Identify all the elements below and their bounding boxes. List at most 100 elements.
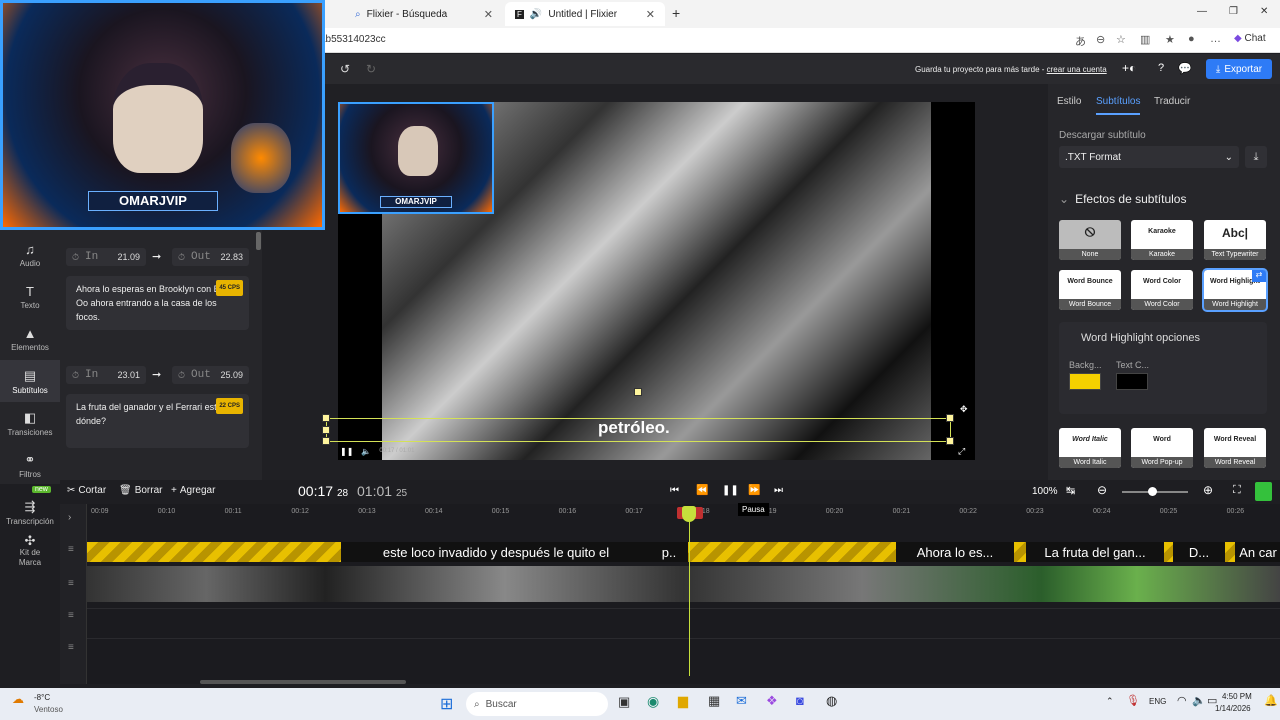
effect-karaoke[interactable]: Karaoke Karaoke	[1131, 220, 1193, 260]
fast-forward-icon[interactable]: ⏩	[748, 485, 760, 496]
effect-word-color[interactable]: Word Color Word Color	[1131, 270, 1193, 310]
effect-word-bounce[interactable]: Word Bounce Word Bounce	[1059, 270, 1121, 310]
profile-avatar[interactable]: ●	[1188, 33, 1195, 45]
drag-handle-icon[interactable]: ≡	[68, 578, 74, 589]
zoom-in-icon[interactable]: ⊕	[1203, 483, 1213, 497]
create-account-link[interactable]: crear una cuenta	[1047, 65, 1107, 74]
effect-text-typewriter[interactable]: Abc| Text Typewriter	[1204, 220, 1266, 260]
download-subtitle-button[interactable]: ⤓	[1245, 146, 1267, 168]
timeline-scrollbar[interactable]	[200, 680, 406, 684]
obs-icon[interactable]: ◍	[826, 693, 837, 709]
favorites-icon[interactable]: ★	[1165, 33, 1175, 46]
cue-out-time[interactable]: ⏱ Out 25.09	[172, 366, 249, 384]
tab-traducir[interactable]: Traducir	[1154, 96, 1190, 107]
subtitle-cue-text[interactable]: Ahora lo esperas en Brooklyn con Baby Oo…	[66, 276, 249, 330]
favorite-star-icon[interactable]: ☆	[1116, 33, 1126, 46]
microphone-icon[interactable]: 🎙	[1126, 694, 1140, 707]
effect-word-popup[interactable]: Word Word Pop-up	[1131, 428, 1193, 468]
theme-toggle[interactable]: +◐	[1122, 61, 1136, 75]
sidebar-item-transcripcion[interactable]: new ⇶ Transcripción	[0, 486, 60, 528]
cue-text[interactable]: Ahora lo esperas en Brooklyn con Baby Oo…	[76, 284, 234, 322]
effect-word-italic[interactable]: Word Italic Word Italic	[1059, 428, 1121, 468]
subtitle-segment[interactable]: D...	[1174, 542, 1224, 562]
subtitle-segment[interactable]: p..	[651, 542, 687, 562]
pause-button[interactable]: ❚❚	[722, 485, 739, 496]
export-button[interactable]: ⤓ Exportar	[1206, 59, 1272, 79]
resize-handle[interactable]	[322, 437, 330, 445]
weather-desc[interactable]: Ventoso	[34, 705, 63, 714]
split-screen-icon[interactable]: ▥	[1140, 33, 1150, 46]
resize-handle[interactable]	[322, 414, 330, 422]
resize-handle[interactable]	[946, 414, 954, 422]
in-value[interactable]: 21.09	[117, 252, 140, 262]
sidebar-item-texto[interactable]: T Texto	[0, 276, 60, 318]
subtitle-segment-empty[interactable]	[688, 542, 896, 562]
subtitle-track[interactable]: este loco invadido y después le quito el…	[87, 542, 1280, 562]
sidebar-item-elementos[interactable]: ▲ Elementos	[0, 318, 60, 360]
subtitle-segment[interactable]: An car	[1236, 542, 1280, 562]
layout-toggle-button[interactable]	[1255, 482, 1272, 501]
wifi-icon[interactable]: ◠	[1177, 694, 1187, 707]
delete-button[interactable]: 🗑 Borrar	[119, 485, 163, 496]
fullscreen-icon[interactable]: ⤢	[958, 446, 965, 457]
copilot-icon[interactable]: ❖	[766, 693, 778, 709]
effects-header[interactable]: ⌄ Efectos de subtítulos	[1059, 192, 1186, 206]
volume-icon[interactable]: 🔈	[361, 447, 371, 456]
panel-scrollbar[interactable]	[256, 232, 261, 250]
subtitle-segment-empty[interactable]	[1014, 542, 1026, 562]
file-explorer-icon[interactable]: ▆	[678, 693, 688, 709]
cue-in-time[interactable]: ⏱ In 23.01	[66, 366, 146, 384]
zoom-slider-thumb[interactable]	[1148, 487, 1157, 496]
effect-none[interactable]: ⦸ None	[1059, 220, 1121, 260]
translate-icon[interactable]: あ	[1075, 33, 1086, 49]
clock-time[interactable]: 4:50 PM	[1222, 692, 1252, 701]
cue-out-time[interactable]: ⏱ Out 22.83	[172, 248, 249, 266]
close-tab-icon[interactable]: ✕	[484, 8, 493, 21]
windows-start-icon[interactable]: ⊞	[440, 694, 453, 714]
more-menu-icon[interactable]: …	[1210, 33, 1221, 45]
in-value[interactable]: 23.01	[117, 370, 140, 380]
subtitle-segment-empty[interactable]	[87, 542, 341, 562]
tab-flixier-untitled[interactable]: F 🔊 Untitled | Flixier ✕	[505, 2, 665, 26]
zoom-out-icon[interactable]: ⊖	[1097, 483, 1107, 497]
drag-handle-icon[interactable]: ≡	[68, 610, 74, 621]
effect-word-highlight[interactable]: Word Highlight Word Highlight ⇄	[1202, 268, 1268, 312]
subtitle-segment-empty[interactable]	[1164, 542, 1173, 562]
taskbar-search[interactable]: ⌕ Buscar	[466, 692, 608, 716]
expand-icon[interactable]: ⛶	[1233, 484, 1241, 497]
task-view-icon[interactable]: ▣	[618, 694, 630, 710]
subtitle-cue-text[interactable]: La fruta del ganador y el Ferrari está d…	[66, 394, 249, 448]
out-value[interactable]: 25.09	[220, 370, 243, 380]
store-icon[interactable]: ▦	[708, 693, 720, 709]
cue-text[interactable]: La fruta del ganador y el Ferrari está d…	[76, 402, 222, 426]
sidebar-item-transiciones[interactable]: ◧ Transiciones	[0, 402, 60, 444]
resize-handle[interactable]	[322, 426, 330, 434]
sidebar-item-subtitulos[interactable]: ▤ Subtítulos	[0, 360, 60, 402]
drag-handle-icon[interactable]: ≡	[68, 544, 74, 555]
app-icon[interactable]: ◙	[796, 693, 804, 708]
show-hidden-icons[interactable]: ⌃	[1106, 696, 1114, 707]
sidebar-item-filtros[interactable]: ⚭ Filtros	[0, 444, 60, 486]
move-icon[interactable]: ✥	[960, 404, 968, 415]
skip-end-icon[interactable]: ⏭	[774, 485, 783, 496]
video-track[interactable]	[87, 566, 1280, 602]
outlook-icon[interactable]: ✉	[736, 693, 747, 709]
close-tab-icon[interactable]: ✕	[646, 8, 655, 21]
pause-icon[interactable]: ❚❚	[340, 447, 353, 456]
add-button[interactable]: + Agregar	[171, 485, 215, 496]
out-value[interactable]: 22.83	[220, 252, 243, 262]
edge-browser-icon[interactable]: ◉	[647, 693, 659, 710]
minimize-button[interactable]: —	[1197, 6, 1207, 17]
zoom-icon[interactable]: ⊖	[1096, 33, 1105, 46]
close-window-button[interactable]: ✕	[1260, 6, 1268, 17]
webcam-overlay-clip[interactable]: OMARJVIP	[338, 102, 494, 214]
new-tab-button[interactable]: +	[672, 5, 680, 21]
drag-handle-icon[interactable]: ≡	[68, 642, 74, 653]
sidebar-item-kit-de-marca[interactable]: ✣ Kit de Marca	[0, 530, 60, 574]
rewind-icon[interactable]: ⏪	[696, 485, 708, 496]
help-icon[interactable]: ?	[1158, 62, 1164, 74]
rotate-handle[interactable]	[634, 388, 642, 396]
clock-date[interactable]: 1/14/2026	[1215, 704, 1251, 713]
language-indicator[interactable]: ENG	[1149, 697, 1166, 706]
format-select[interactable]: .TXT Format ⌄	[1059, 146, 1239, 168]
